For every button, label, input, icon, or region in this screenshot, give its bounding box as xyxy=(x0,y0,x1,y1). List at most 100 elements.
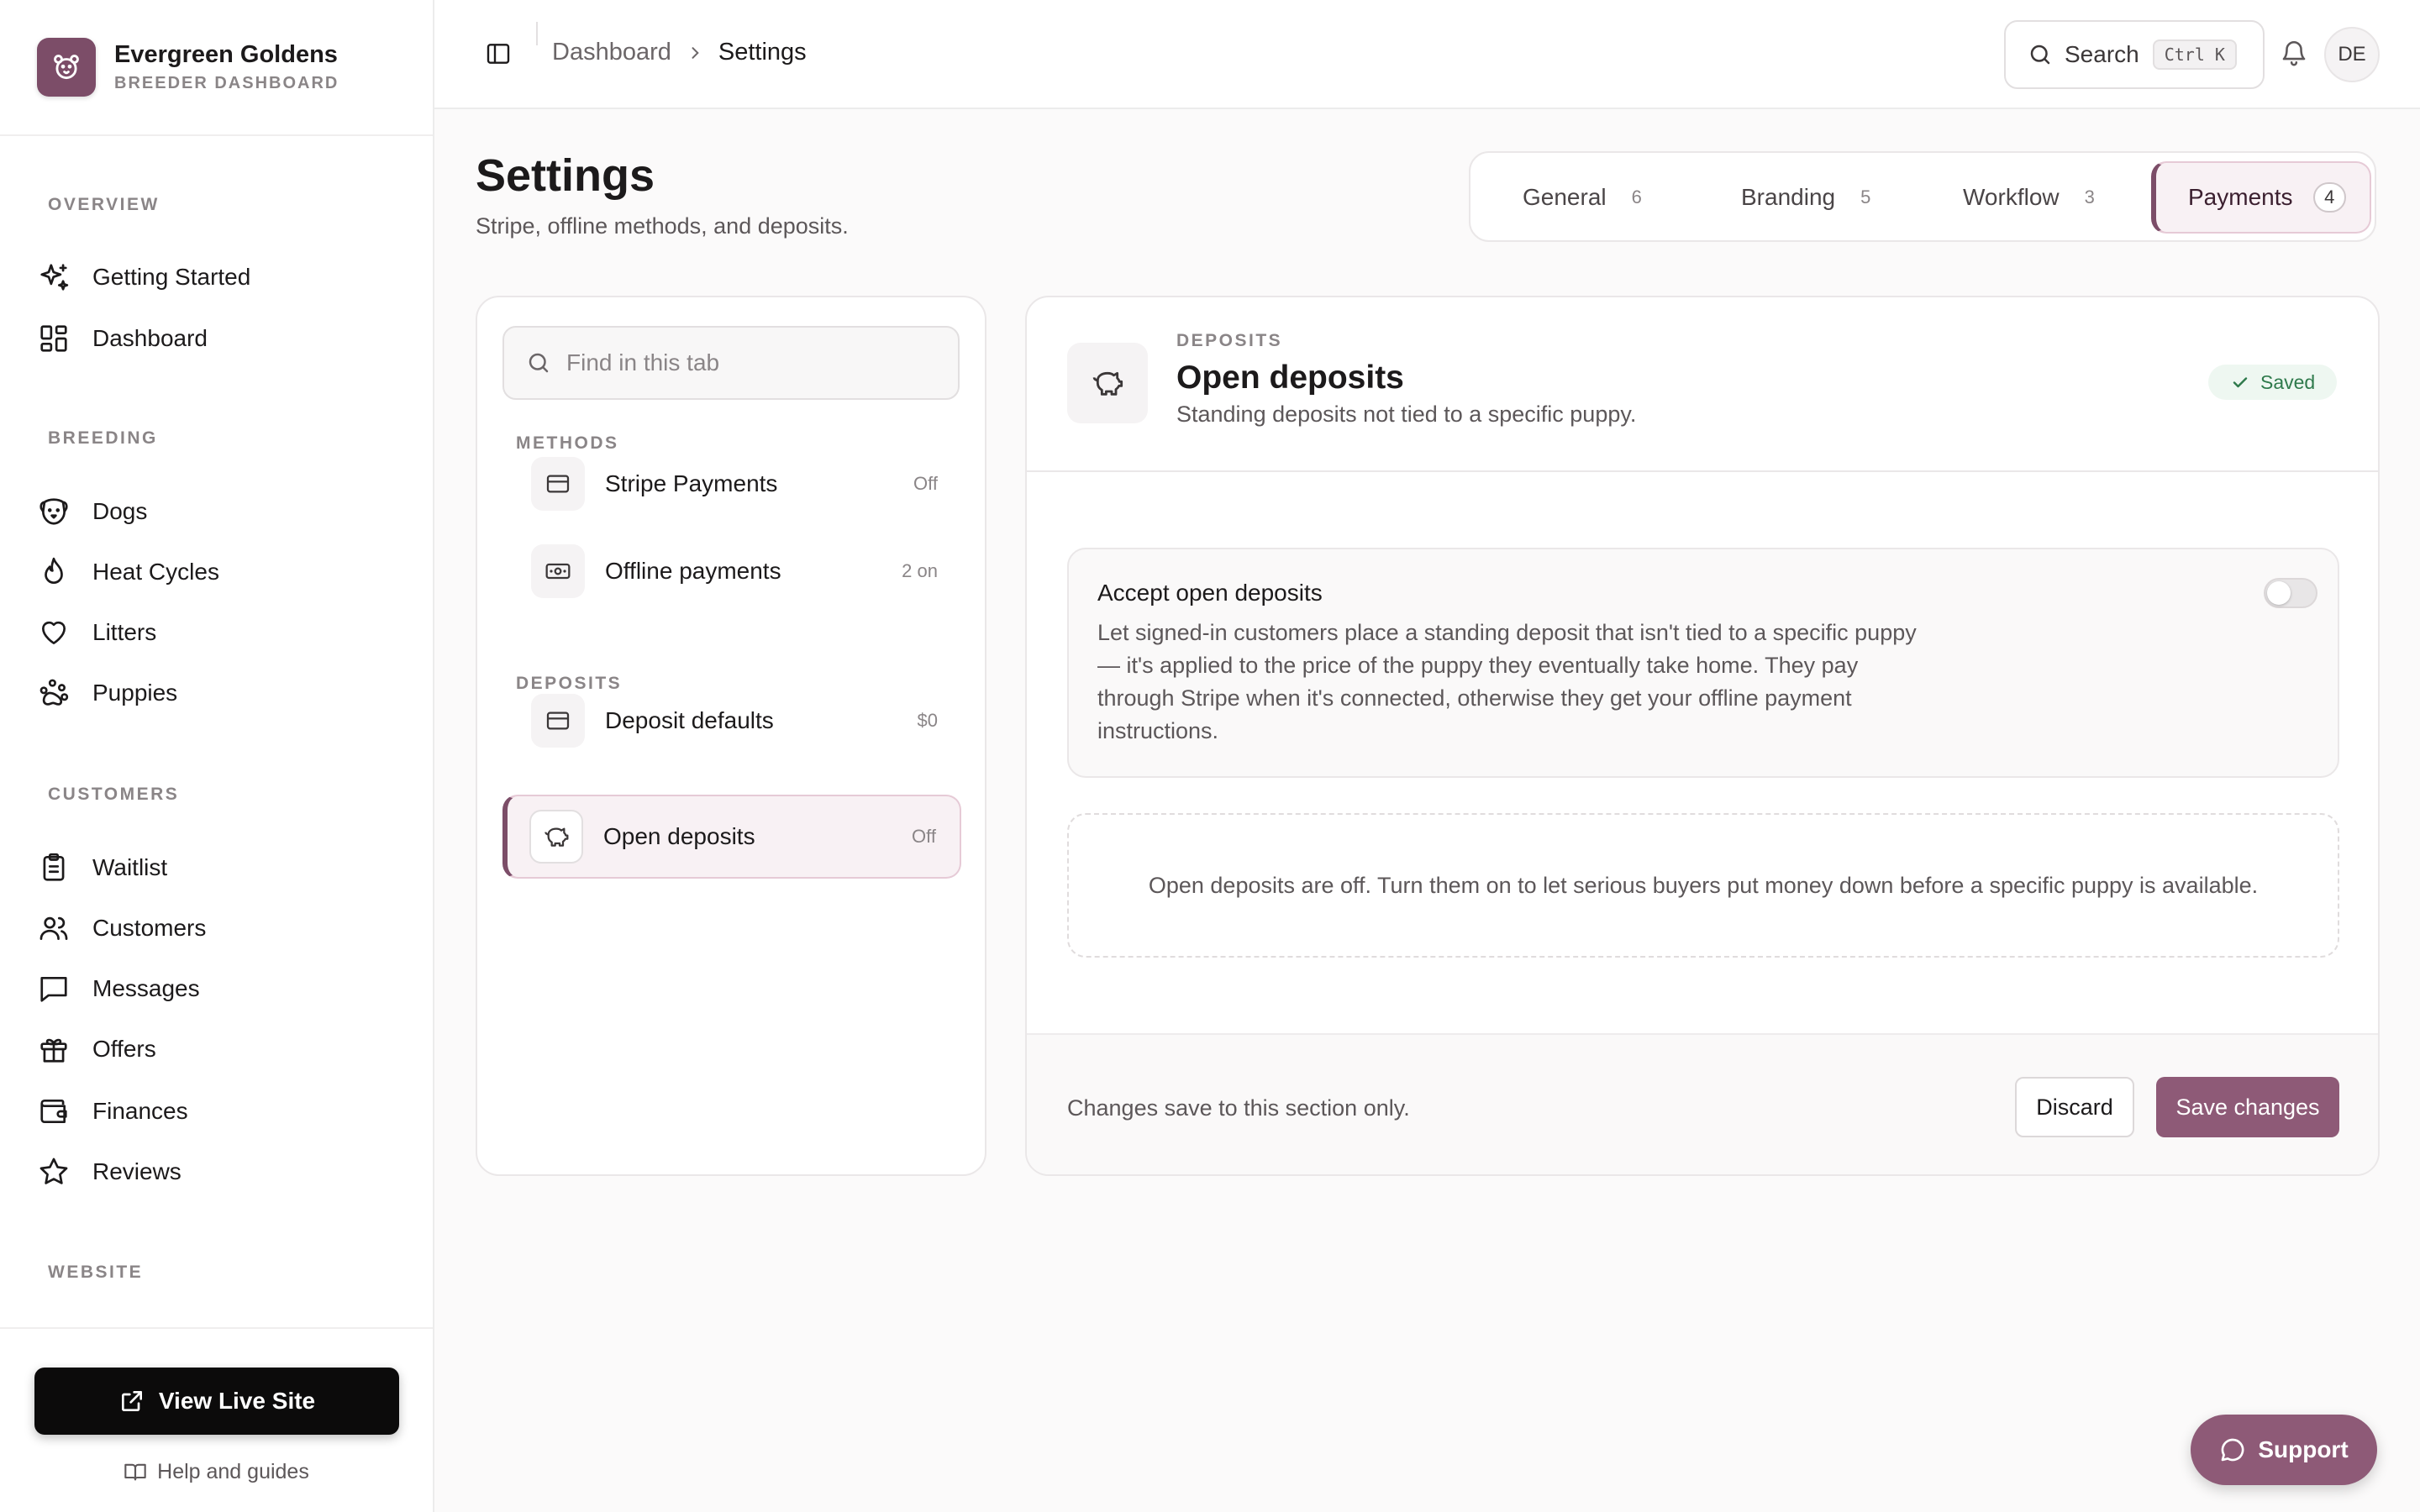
tab-general[interactable]: General 6 xyxy=(1523,161,1642,234)
bell-icon xyxy=(2280,39,2308,67)
notifications-button[interactable] xyxy=(2280,39,2308,67)
toggle-knob xyxy=(2267,581,2291,605)
detail-title: Open deposits xyxy=(1176,360,1404,396)
list-item-open-deposits[interactable]: Open deposits Off xyxy=(502,795,961,879)
setting-card-accept-open-deposits: Accept open deposits Let signed-in custo… xyxy=(1067,548,2339,778)
list-item-status: $0 xyxy=(917,710,938,731)
settings-list-panel: METHODS Stripe Payments Off Offline paym… xyxy=(476,296,986,1176)
page-title: Settings xyxy=(476,150,655,201)
sidebar-item-label: Dogs xyxy=(92,498,148,524)
wallet-icon xyxy=(37,1095,71,1128)
help-label: Help and guides xyxy=(157,1459,309,1483)
flame-icon xyxy=(37,555,71,589)
empty-state-note: Open deposits are off. Turn them on to l… xyxy=(1067,813,2339,958)
tab-label: General xyxy=(1523,184,1607,210)
search-icon xyxy=(2028,42,2053,67)
support-button[interactable]: Support xyxy=(2191,1415,2377,1485)
sidebar-item-reviews[interactable]: Reviews xyxy=(37,1148,407,1195)
list-item-status: Off xyxy=(912,826,936,847)
credit-card-icon xyxy=(531,457,585,511)
sidebar-item-heat-cycles[interactable]: Heat Cycles xyxy=(37,549,407,596)
sidebar-item-getting-started[interactable]: Getting Started xyxy=(37,254,407,301)
clipboard-icon xyxy=(37,851,71,885)
sidebar-item-label: Finances xyxy=(92,1098,188,1124)
list-item-name: Deposit defaults xyxy=(605,707,774,733)
list-item-name: Stripe Payments xyxy=(605,470,778,496)
chat-bubble-icon xyxy=(2219,1436,2258,1463)
avatar[interactable]: DE xyxy=(2324,27,2380,82)
help-and-guides-link[interactable]: Help and guides xyxy=(0,1455,433,1488)
check-icon xyxy=(2230,372,2260,392)
dog-icon xyxy=(37,495,71,528)
list-item-deposit-defaults[interactable]: Deposit defaults $0 xyxy=(502,679,961,763)
tab-count: 4 xyxy=(2312,182,2346,213)
setting-description: Let signed-in customers place a standing… xyxy=(1097,620,1917,743)
sidebar-item-label: Litters xyxy=(92,619,157,645)
sidebar-item-litters[interactable]: Litters xyxy=(37,609,407,656)
credit-card-icon xyxy=(531,694,585,748)
list-item-name: Offline payments xyxy=(605,558,781,584)
search-label: Search xyxy=(2065,41,2139,67)
sidebar-item-label: Messages xyxy=(92,975,200,1001)
detail-header: DEPOSITS Open deposits Standing deposits… xyxy=(1027,297,2378,472)
banknote-icon xyxy=(531,544,585,598)
sidebar-item-label: Offers xyxy=(92,1036,156,1062)
grid-icon xyxy=(37,322,71,355)
list-item-stripe-payments[interactable]: Stripe Payments Off xyxy=(502,442,961,526)
sidebar-item-dashboard[interactable]: Dashboard xyxy=(37,315,407,362)
find-in-tab-input[interactable] xyxy=(566,349,936,376)
detail-footer: Changes save to this section only. Disca… xyxy=(1027,1033,2378,1174)
sidebar-item-messages[interactable]: Messages xyxy=(37,965,407,1012)
tab-count: 6 xyxy=(1631,186,1642,207)
breadcrumb: Dashboard Settings xyxy=(552,39,807,66)
status-badge: Saved xyxy=(2208,365,2338,400)
brand-subtitle: BREEDER DASHBOARD xyxy=(114,74,339,92)
topbar: Dashboard Settings Search Ctrl K DE xyxy=(434,0,2420,109)
sidebar-item-finances[interactable]: Finances xyxy=(37,1088,407,1135)
tab-count: 5 xyxy=(1860,186,1871,207)
sidebar-item-label: Customers xyxy=(92,915,207,941)
book-icon xyxy=(124,1460,157,1483)
users-icon xyxy=(37,911,71,945)
sidebar-toggle-button[interactable] xyxy=(483,39,513,69)
discard-button[interactable]: Discard xyxy=(2015,1077,2134,1137)
divider xyxy=(536,22,538,45)
sidebar-item-customers[interactable]: Customers xyxy=(37,905,407,952)
save-changes-button[interactable]: Save changes xyxy=(2156,1077,2339,1137)
star-icon xyxy=(37,1155,71,1189)
sidebar-item-label: Puppies xyxy=(92,680,178,706)
detail-panel: DEPOSITS Open deposits Standing deposits… xyxy=(1025,296,2380,1176)
sidebar: Evergreen Goldens BREEDER DASHBOARD OVER… xyxy=(0,0,434,1512)
global-search-button[interactable]: Search Ctrl K xyxy=(2004,20,2265,89)
view-live-site-button[interactable]: View Live Site xyxy=(34,1368,399,1435)
tab-branding[interactable]: Branding 5 xyxy=(1741,161,1870,234)
piggy-bank-icon xyxy=(1067,343,1148,423)
sidebar-item-label: Getting Started xyxy=(92,264,251,290)
tab-payments[interactable]: Payments 4 xyxy=(2151,161,2371,234)
footer-note: Changes save to this section only. xyxy=(1067,1095,1410,1121)
page-subtitle: Stripe, offline methods, and deposits. xyxy=(476,213,849,239)
breadcrumb-current: Settings xyxy=(718,39,807,66)
accept-open-deposits-toggle[interactable] xyxy=(2264,578,2317,608)
heart-icon xyxy=(37,616,71,649)
tab-workflow[interactable]: Workflow 3 xyxy=(1963,161,2095,234)
sidebar-item-puppies[interactable]: Puppies xyxy=(37,669,407,717)
sparkles-icon xyxy=(37,260,71,294)
list-item-status: 2 on xyxy=(902,560,938,581)
find-in-tab-field[interactable] xyxy=(502,326,960,400)
brand[interactable]: Evergreen Goldens BREEDER DASHBOARD xyxy=(0,0,433,136)
search-shortcut: Ctrl K xyxy=(2152,39,2237,70)
breadcrumb-dashboard[interactable]: Dashboard xyxy=(552,39,671,66)
nav-section-customers: CUSTOMERS xyxy=(48,785,180,804)
sidebar-item-dogs[interactable]: Dogs xyxy=(37,488,407,535)
detail-eyebrow: DEPOSITS xyxy=(1176,331,1283,350)
tab-label: Workflow xyxy=(1963,184,2060,210)
view-live-site-label: View Live Site xyxy=(158,1388,316,1414)
external-link-icon xyxy=(118,1388,159,1415)
list-item-offline-payments[interactable]: Offline payments 2 on xyxy=(502,529,961,613)
sidebar-item-offers[interactable]: Offers xyxy=(37,1026,407,1073)
sidebar-item-waitlist[interactable]: Waitlist xyxy=(37,844,407,891)
tab-count: 3 xyxy=(2084,186,2095,207)
list-item-status: Off xyxy=(913,473,938,494)
panel-left-icon xyxy=(485,40,512,67)
